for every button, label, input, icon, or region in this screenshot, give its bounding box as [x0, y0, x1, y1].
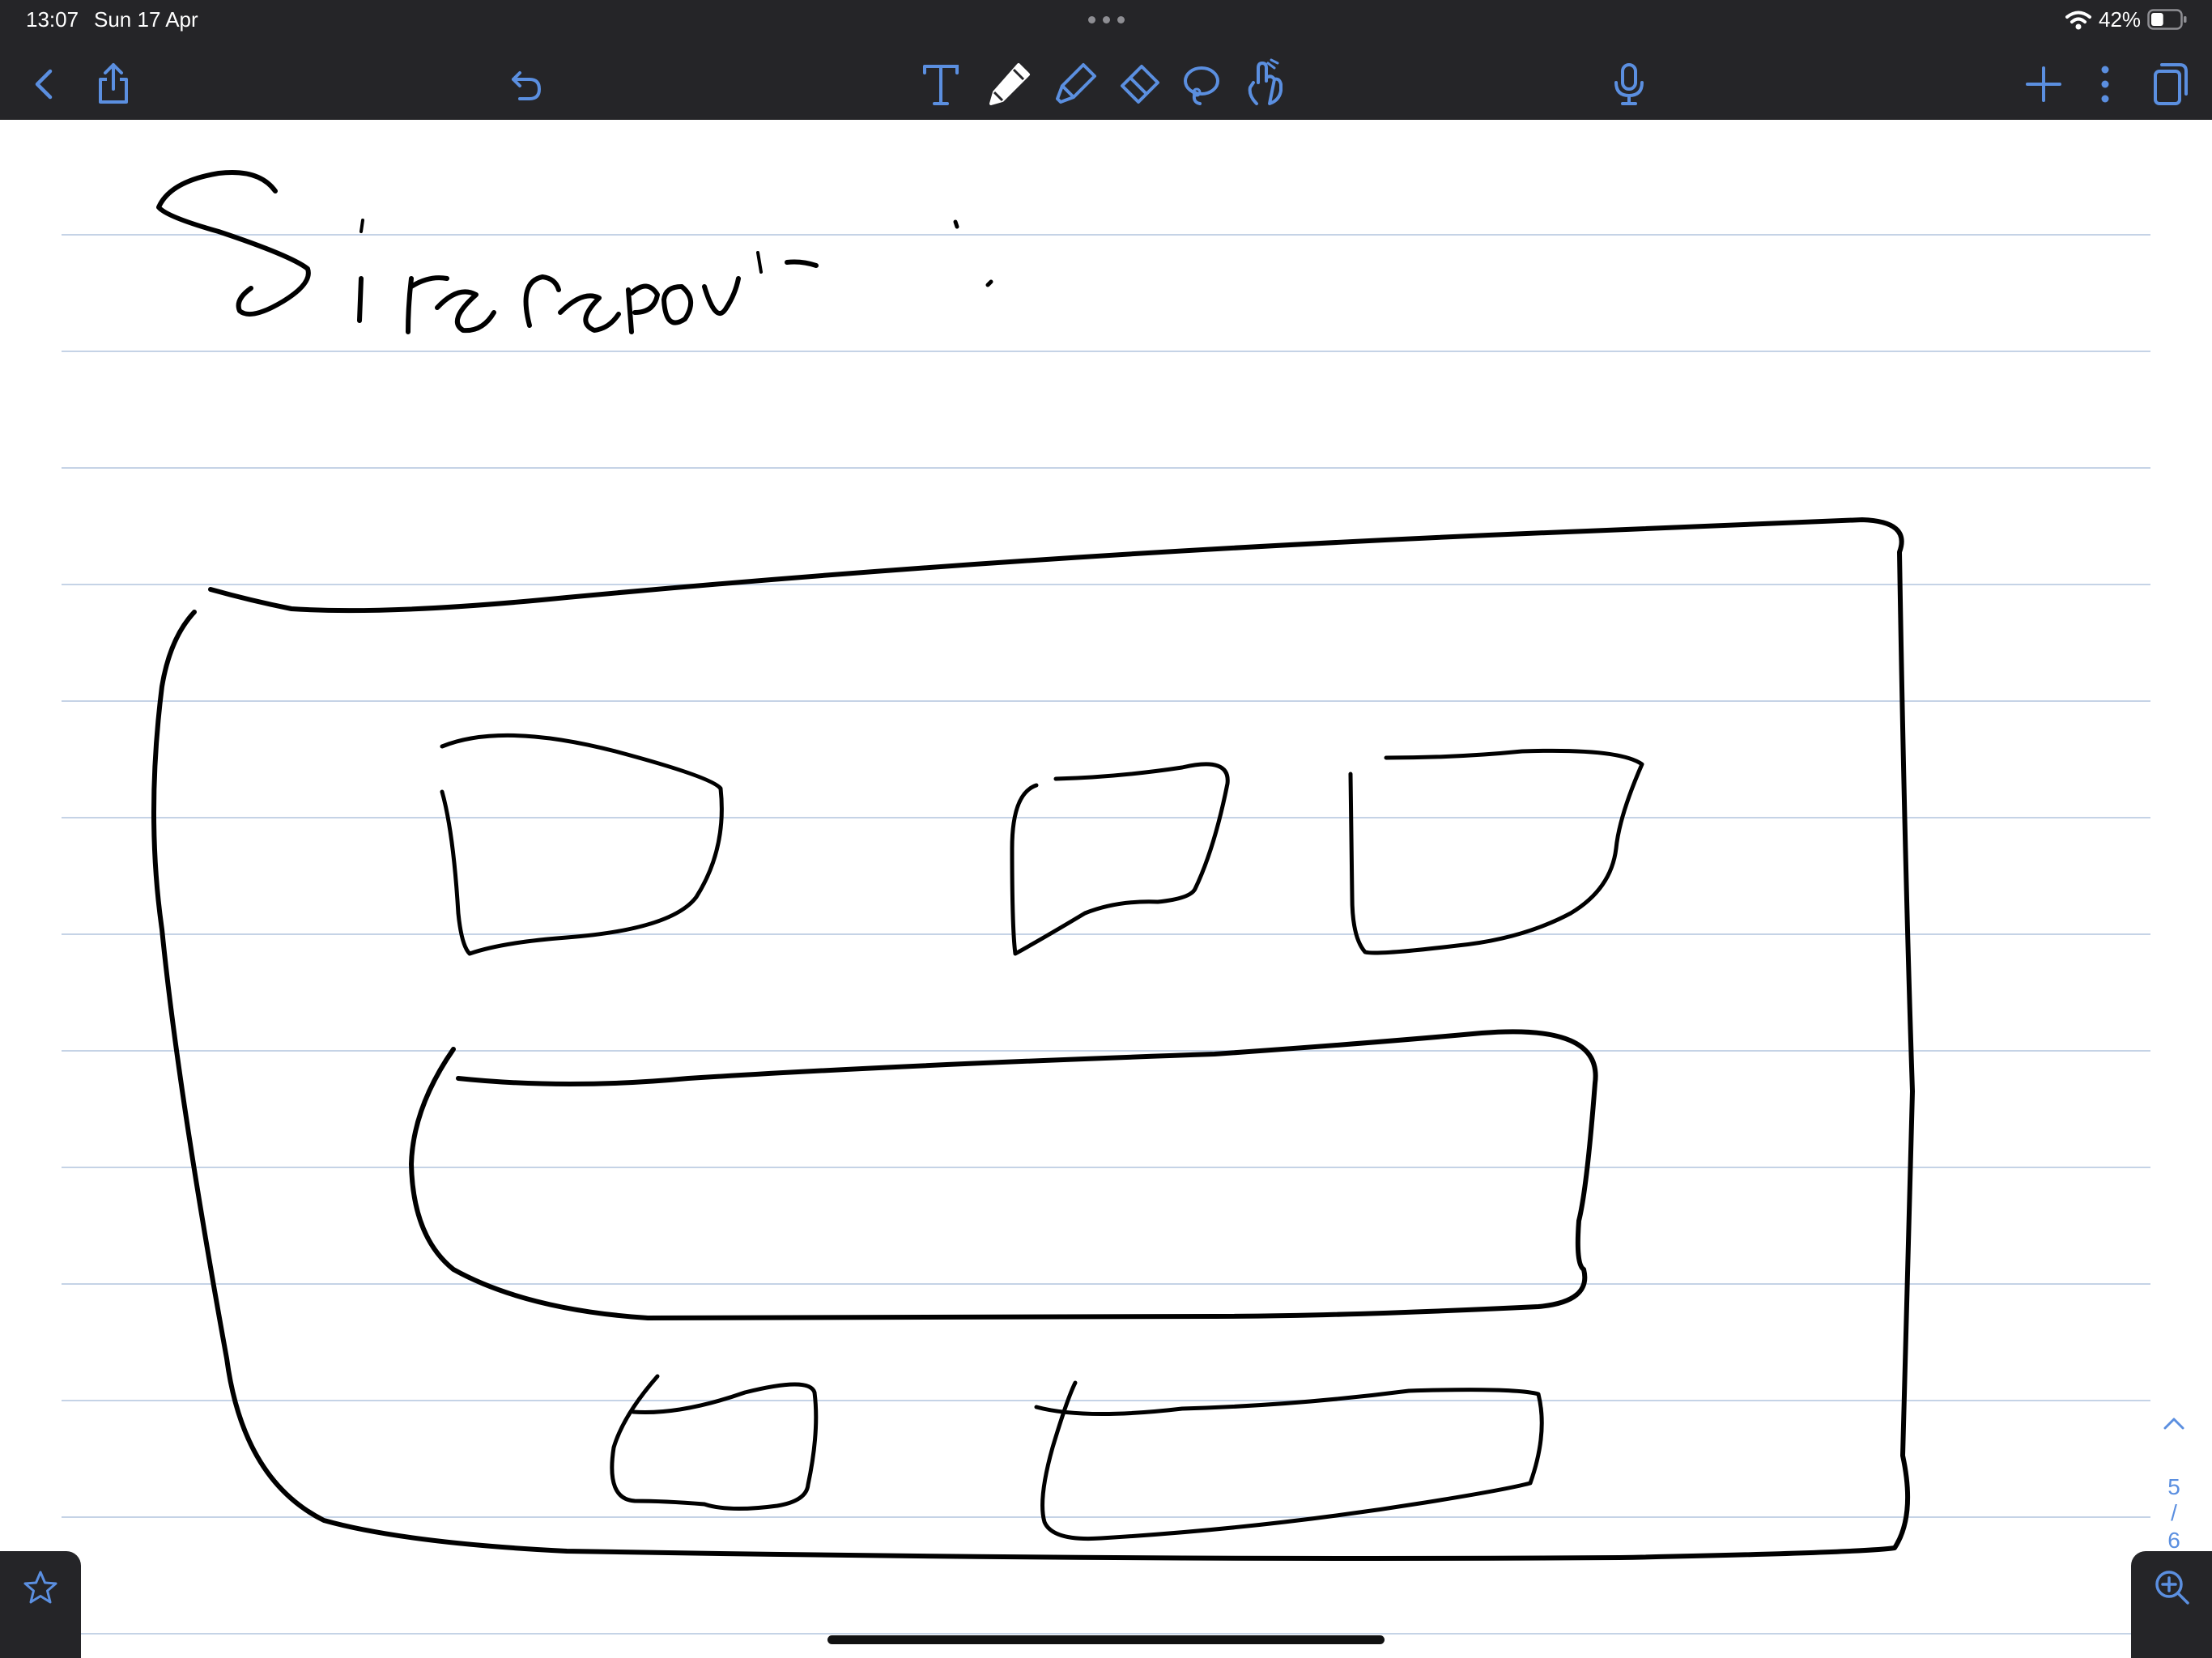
- current-page: 5: [2167, 1474, 2180, 1499]
- sketch-box-3: [1348, 748, 1644, 955]
- text-tool[interactable]: [917, 58, 965, 110]
- more-button[interactable]: [2081, 58, 2129, 110]
- text-tool-icon: [923, 65, 959, 105]
- eraser-tool[interactable]: [1114, 58, 1163, 110]
- pen-icon: [989, 63, 1030, 105]
- pages-icon: [2154, 63, 2188, 105]
- undo-button[interactable]: [502, 58, 551, 110]
- add-page-button[interactable]: [2019, 58, 2068, 110]
- microphone-icon: [1614, 63, 1644, 105]
- status-date: Sun 17 Apr: [94, 7, 198, 32]
- pen-tool[interactable]: [985, 58, 1033, 110]
- multitasking-grabber[interactable]: [1088, 15, 1125, 24]
- sketch-outer-frame: [151, 517, 1915, 1561]
- plus-icon: [2026, 66, 2061, 102]
- sketch-box-5: [610, 1374, 819, 1511]
- chevron-left-icon: [35, 69, 53, 100]
- star-icon: [23, 1571, 57, 1604]
- sketch-box-2: [1010, 762, 1230, 956]
- undo-icon: [512, 71, 542, 100]
- back-button[interactable]: [19, 58, 68, 110]
- sketch-box-6: [1034, 1380, 1544, 1541]
- pointing-hand-icon: [1248, 58, 1283, 105]
- wifi-icon: [2065, 8, 2092, 31]
- highlighter-tool[interactable]: [1051, 58, 1100, 110]
- zoom-button[interactable]: [2131, 1551, 2212, 1658]
- home-indicator[interactable]: [827, 1635, 1385, 1644]
- zoom-in-icon: [2155, 1571, 2189, 1605]
- lasso-tool[interactable]: [1177, 58, 1226, 110]
- eraser-icon: [1121, 65, 1159, 104]
- note-canvas[interactable]: 5 / 6: [0, 120, 2212, 1658]
- page-separator: /: [2171, 1500, 2177, 1525]
- sketch-box-1: [440, 733, 724, 956]
- pages-button[interactable]: [2144, 58, 2193, 110]
- battery-percent: 42%: [2099, 7, 2142, 32]
- highlighter-icon: [1056, 63, 1096, 104]
- sketch-box-4: [409, 1029, 1598, 1320]
- handwriting-layer: [151, 170, 1915, 1561]
- status-time: 13:07: [26, 7, 79, 32]
- hand-tool[interactable]: [1240, 58, 1289, 110]
- share-icon: [99, 63, 128, 104]
- share-button[interactable]: [89, 58, 138, 110]
- vertical-ellipsis-icon: [2101, 66, 2109, 103]
- lasso-icon: [1184, 66, 1219, 105]
- total-pages: 6: [2167, 1528, 2180, 1553]
- favorite-button[interactable]: [0, 1551, 81, 1658]
- handwritten-title: [156, 170, 993, 334]
- chevron-up-icon[interactable]: [2163, 1415, 2184, 1431]
- top-toolbar: 13:07 Sun 17 Apr 42%: [0, 0, 2212, 120]
- microphone-button[interactable]: [1605, 58, 1653, 110]
- battery-icon: [2147, 9, 2188, 30]
